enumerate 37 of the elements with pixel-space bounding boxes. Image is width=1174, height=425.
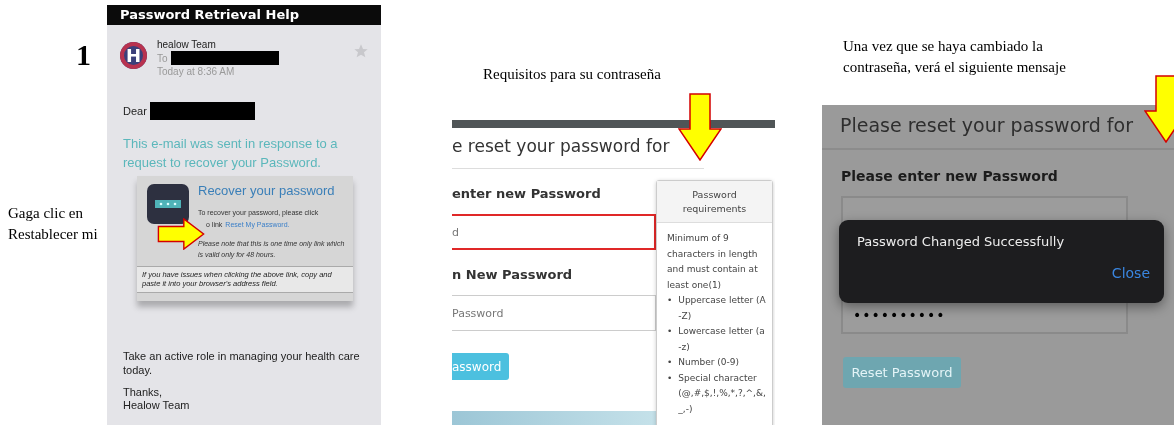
pointer-arrow (678, 93, 722, 161)
caption-text: Requisitos para su contraseña (483, 66, 662, 84)
reset-password-button[interactable]: assword (452, 353, 509, 380)
field-label: enter new Password (452, 186, 601, 201)
requirement-item: Special character (@,#,$,!,%,*,?,^,&,_,-) (678, 371, 766, 416)
sent-time: Today at 8:36 AM (157, 65, 236, 78)
recipient-label: To (157, 51, 168, 65)
step-number: 1 (76, 38, 91, 72)
tooltip-title: Password requirements (657, 181, 772, 223)
signature-text: Healow Team (123, 399, 191, 412)
intro-text: This e-mail was sent in response to a request to recover your Password. (123, 135, 339, 172)
password-app-icon (146, 183, 190, 225)
requirements-text: Minimum of 9 characters in length and must contain at least one(1) (667, 232, 759, 292)
card-title: Recover your password (198, 183, 336, 199)
close-button[interactable]: Close (1111, 265, 1150, 281)
instruction-text: Gaga clic en Restablecer mi (8, 204, 98, 244)
closing-text: Take an active role in managing your health care today. (123, 349, 361, 377)
new-password-field[interactable]: d (452, 214, 656, 250)
sender-name: healow Team (157, 38, 217, 51)
closing-text: Thanks, (123, 386, 164, 399)
avatar-icon: H (120, 42, 147, 69)
field-label: n New Password (452, 267, 573, 282)
bullet-mark: • (667, 294, 673, 307)
bullet-mark: • (667, 356, 673, 369)
field-label: Please enter new Password (841, 168, 1058, 184)
requirement-item: Number (0-9) (678, 356, 740, 369)
greeting-text: Dear (123, 105, 147, 117)
dialog-message: Password Changed Successfully (857, 234, 1066, 249)
requirement-item: Uppercase letter (A-Z) (678, 294, 766, 323)
star-icon[interactable] (353, 43, 369, 59)
bullet-mark: • (667, 371, 673, 385)
bullet-mark: • (667, 325, 673, 338)
header-bar: Password Retrieval Help (107, 5, 381, 25)
caption-text: Una vez que se haya cambiado la contraseña, verá el siguiente mensaje (843, 37, 1067, 77)
reset-password-button[interactable]: Reset Password (843, 357, 961, 388)
requirement-item: Lowercase letter (a-z) (678, 325, 766, 354)
confirm-password-field[interactable]: Password (452, 295, 656, 331)
